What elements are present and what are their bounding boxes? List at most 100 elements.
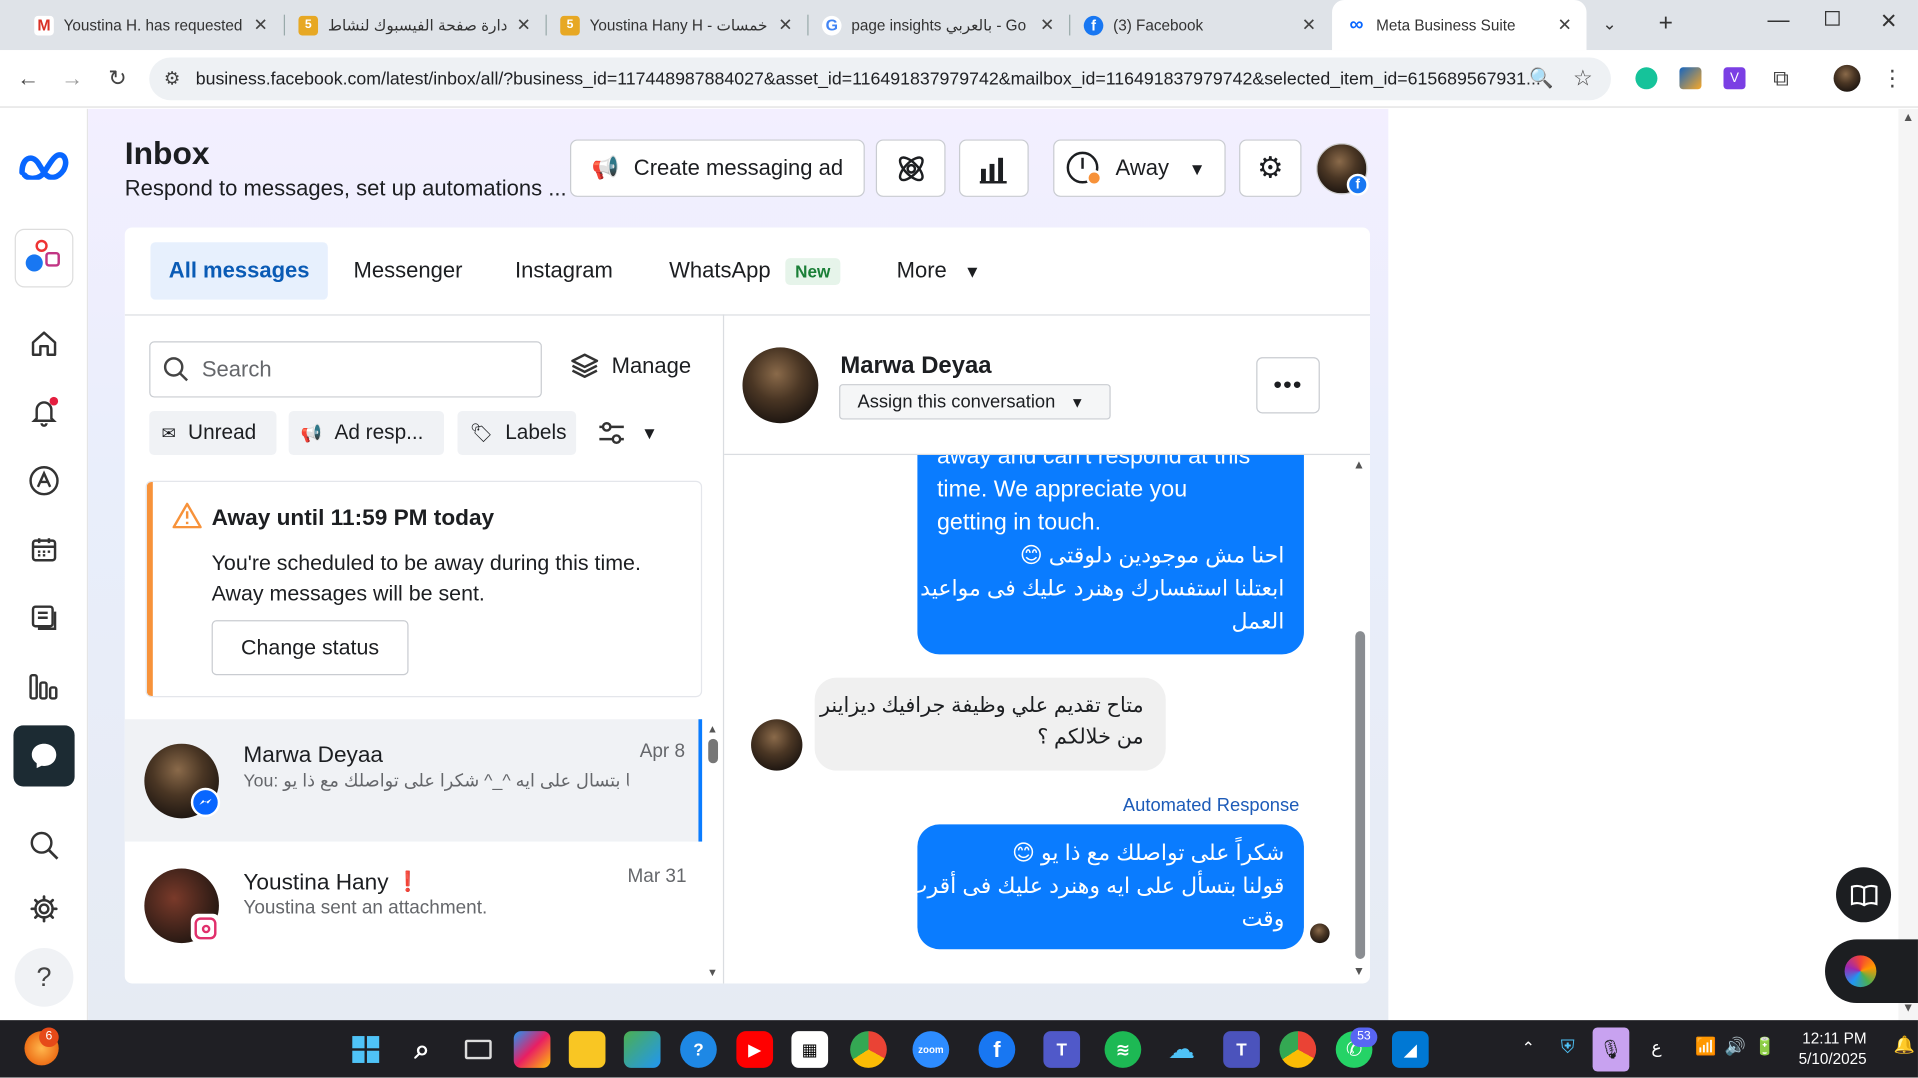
calendar-icon[interactable] <box>17 522 71 576</box>
maximize-icon[interactable] <box>1825 11 1840 26</box>
tab-all-messages[interactable]: All messages <box>150 242 328 300</box>
back-arrow-icon[interactable]: ← <box>12 62 44 94</box>
chrome-profile-icon[interactable] <box>1279 1031 1317 1068</box>
browser-tab-khamsat-1[interactable]: 5 ادارة صفحة الفيسبوك لنشاط ✕ <box>284 0 546 50</box>
filter-ad-responses-chip[interactable]: 📢 Ad resp... <box>288 410 445 456</box>
notification-bell-icon[interactable]: 🔔 <box>1894 1035 1915 1056</box>
list-scroll-up-icon[interactable]: ▲ <box>707 723 718 735</box>
reading-mode-button[interactable] <box>1836 867 1892 923</box>
help-app-icon[interactable]: ? <box>680 1031 717 1068</box>
address-bar[interactable]: ⚙ business.facebook.com/latest/inbox/all… <box>149 57 1611 101</box>
tab-more[interactable]: More ▼ <box>897 242 981 299</box>
chrome-icon[interactable] <box>850 1031 887 1068</box>
change-status-button[interactable]: Change status <box>211 620 409 676</box>
settings-gear-icon[interactable] <box>17 882 71 936</box>
teams-work-icon[interactable]: T <box>1223 1031 1260 1068</box>
browser-menu-icon[interactable]: ⋮ <box>1876 62 1908 94</box>
extensions-puzzle-icon[interactable]: ⧉ <box>1765 62 1797 94</box>
search-icon[interactable] <box>17 818 71 872</box>
browser-tab-google[interactable]: G page insights بالعربي - Go ✕ <box>807 0 1069 50</box>
volume-icon[interactable]: 🔊 <box>1725 1036 1746 1057</box>
facebook-app-icon[interactable]: f <box>978 1031 1016 1068</box>
profile-avatar[interactable] <box>1833 64 1861 92</box>
browser-tab-gmail[interactable]: M Youstina H. has requested ✕ <box>20 0 283 50</box>
manage-button[interactable]: Manage <box>570 352 691 379</box>
youtube-icon[interactable]: ▶ <box>736 1031 774 1068</box>
taskbar-search-icon[interactable]: ⌕ <box>404 1031 441 1068</box>
spotify-icon[interactable]: ≋ <box>1104 1031 1142 1068</box>
wifi-icon[interactable]: 📶 <box>1695 1036 1716 1057</box>
teams-icon[interactable]: T <box>1043 1031 1081 1068</box>
browser-tab-khamsat-2[interactable]: 5 Youstina Hany H - خمسات. ✕ <box>546 0 808 50</box>
conversation-item[interactable]: Marwa Deyaa Apr 8 You: قولنا بتسأل على ا… <box>124 719 703 842</box>
reload-icon[interactable]: ↻ <box>102 62 134 94</box>
input-language[interactable]: ع <box>1651 1037 1661 1058</box>
scroll-down-icon[interactable]: ▼ <box>1902 1002 1914 1015</box>
insights-icon[interactable] <box>17 659 71 713</box>
create-messaging-ad-button[interactable]: 📢 Create messaging ad <box>570 139 865 197</box>
filter-labels-chip[interactable]: 🏷 Labels <box>457 410 577 456</box>
window-close-icon[interactable]: ✕ <box>1880 10 1897 34</box>
new-tab-plus-icon[interactable]: + <box>1659 10 1673 38</box>
defender-icon[interactable]: ⛨ <box>1561 1037 1575 1058</box>
tab-search-chevron-icon[interactable]: ⌄ <box>1602 13 1616 34</box>
notifications-bell-icon[interactable] <box>17 385 71 439</box>
windows-start-icon[interactable] <box>347 1031 384 1068</box>
onedrive-icon[interactable]: ☁ <box>1163 1031 1200 1068</box>
content-icon[interactable] <box>17 591 71 645</box>
grammarly-extension-icon[interactable] <box>1635 67 1658 90</box>
browser-tab-meta-business-suite[interactable]: ∞ Meta Business Suite ✕ <box>1332 0 1587 51</box>
conversation-item[interactable]: Youstina Hany ❗ Mar 31 Youstina sent an … <box>125 844 702 966</box>
forward-arrow-icon[interactable]: → <box>56 62 88 94</box>
more-options-button[interactable]: ••• <box>1256 357 1320 414</box>
bookmark-star-icon[interactable]: ☆ <box>1567 62 1599 94</box>
ads-icon[interactable] <box>17 454 71 508</box>
close-icon[interactable]: ✕ <box>778 15 792 36</box>
zoom-app-icon[interactable]: zoom <box>912 1031 950 1068</box>
extension-v-icon[interactable]: V <box>1723 67 1746 90</box>
assign-conversation-dropdown[interactable]: Assign this conversation ▼ <box>839 384 1111 420</box>
list-scrollbar-thumb[interactable] <box>708 738 719 764</box>
show-hidden-icons-chevron[interactable]: ⌃ <box>1522 1038 1535 1058</box>
close-icon[interactable]: ✕ <box>1557 15 1571 36</box>
zoom-icon[interactable]: 🔍 <box>1525 62 1557 94</box>
chat-scroll-up-icon[interactable]: ▲ <box>1353 459 1365 472</box>
close-icon[interactable]: ✕ <box>517 15 531 36</box>
close-icon[interactable]: ✕ <box>254 15 268 36</box>
tab-whatsapp[interactable]: WhatsApp New <box>669 242 841 299</box>
extension-icon[interactable] <box>1679 67 1702 90</box>
home-icon[interactable] <box>17 317 71 371</box>
file-explorer-icon[interactable] <box>568 1031 606 1068</box>
widgets-app-icon[interactable] <box>623 1031 661 1068</box>
minimize-icon[interactable]: — <box>1768 7 1790 33</box>
chat-scroll-down-icon[interactable]: ▼ <box>1353 965 1365 978</box>
inbox-icon[interactable] <box>13 725 75 787</box>
site-settings-icon[interactable]: ⚙ <box>164 67 180 89</box>
clock-date[interactable]: 5/10/2025 <box>1793 1051 1867 1068</box>
task-view-icon[interactable] <box>460 1031 497 1068</box>
close-icon[interactable]: ✕ <box>1302 15 1316 36</box>
copilot-icon[interactable] <box>513 1031 551 1068</box>
account-switcher[interactable] <box>14 228 74 288</box>
assistant-button[interactable] <box>1825 939 1918 1004</box>
filter-unread-chip[interactable]: ✉ Unread <box>149 410 277 456</box>
tab-instagram[interactable]: Instagram <box>515 242 613 299</box>
clock-time[interactable]: 12:11 PM <box>1793 1030 1866 1047</box>
status-dropdown[interactable]: Away ▼ <box>1053 139 1226 197</box>
chat-scrollbar-thumb[interactable] <box>1355 631 1366 959</box>
search-input[interactable]: Search <box>149 341 542 398</box>
microphone-icon[interactable]: 🎙 <box>1592 1027 1630 1072</box>
tab-messenger[interactable]: Messenger <box>354 242 463 299</box>
battery-icon[interactable]: 🔋 <box>1754 1036 1775 1057</box>
help-icon[interactable]: ? <box>14 947 74 1007</box>
inbox-insights-button[interactable] <box>958 139 1029 197</box>
close-icon[interactable]: ✕ <box>1040 15 1054 36</box>
inbox-settings-button[interactable]: ⚙ <box>1239 139 1302 197</box>
automations-button[interactable] <box>875 139 946 197</box>
store-icon[interactable]: ▦ <box>791 1031 829 1068</box>
photos-app-icon[interactable]: ◢ <box>1392 1031 1429 1068</box>
page-scrollbar[interactable]: ▲ ▼ <box>1898 108 1918 1021</box>
scroll-up-icon[interactable]: ▲ <box>1902 111 1914 124</box>
meta-logo-icon[interactable] <box>17 138 71 192</box>
browser-tab-facebook[interactable]: f (3) Facebook ✕ <box>1069 0 1331 50</box>
